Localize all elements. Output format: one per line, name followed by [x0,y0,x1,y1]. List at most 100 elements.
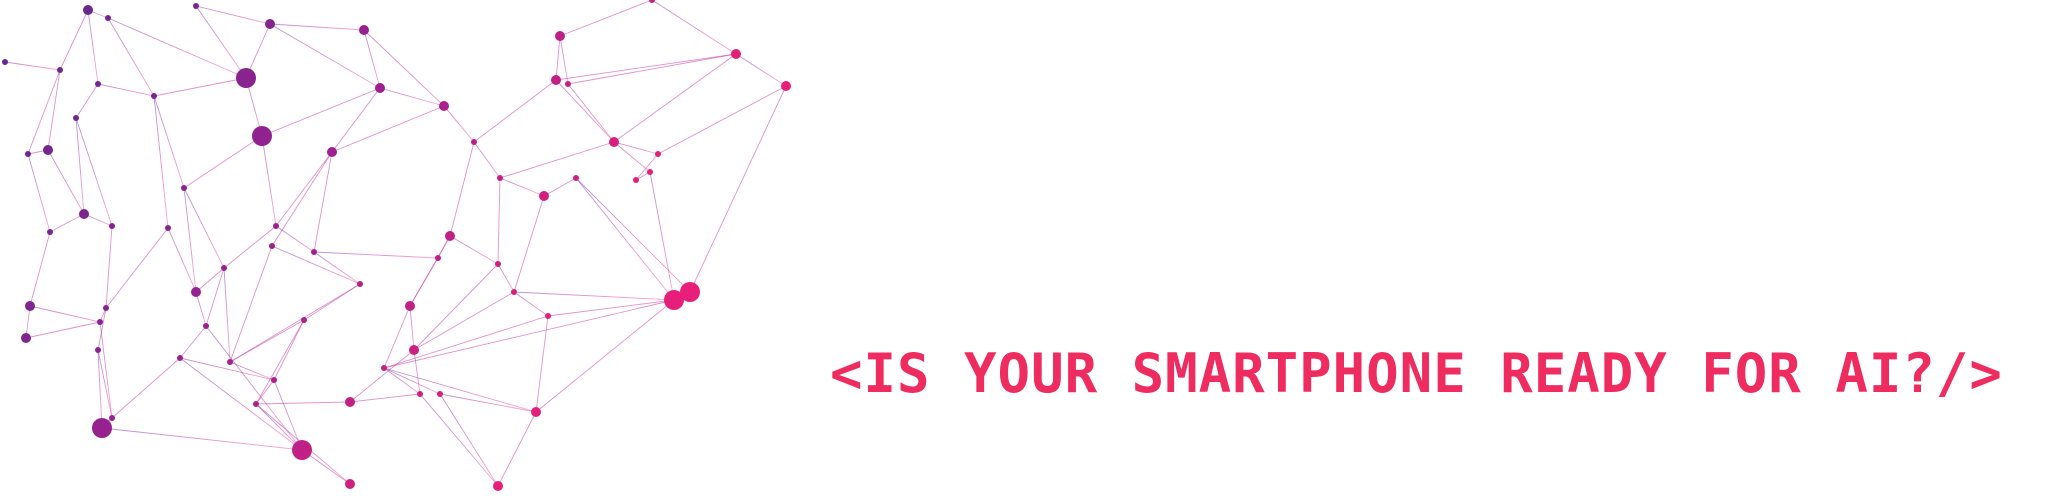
network-node [95,81,101,87]
network-node [21,333,31,343]
network-edge [29,305,101,323]
network-edge [383,367,441,395]
network-edge [555,53,737,81]
network-edge [275,225,315,253]
network-edge [47,69,61,151]
network-edge [205,267,225,327]
network-edge [363,29,381,89]
network-edge [497,263,515,293]
network-edge [499,177,545,197]
network-edge [313,151,333,253]
network-node [555,31,565,41]
network-node [680,282,700,302]
network-edge [575,177,691,293]
network-node [273,223,279,229]
network-node [151,93,157,99]
network-node [311,249,317,255]
network-edge [27,153,51,233]
network-node [181,185,187,191]
network-edge [449,141,475,237]
network-node [252,126,272,146]
network-node [437,391,443,397]
network-node [435,255,441,261]
network-edge [229,245,273,363]
network-node [609,137,619,147]
network-node [2,59,8,65]
network-node [83,5,93,15]
network-node [417,391,423,397]
network-node [381,365,387,371]
network-node [511,289,517,295]
network-edge [575,177,675,301]
network-node [47,229,53,235]
network-edge [275,151,333,227]
network-edge [547,299,675,317]
network-edge [497,177,501,265]
network-edge [255,319,305,405]
network-node [359,25,369,35]
network-edge [473,79,557,143]
network-node [545,313,551,319]
network-node [565,81,571,87]
network-node [327,147,337,157]
network-node [375,83,385,93]
network-node [345,479,355,489]
network-edge [635,153,659,181]
network-edge [153,77,247,97]
network-edge [183,187,197,293]
network-edge [383,367,421,395]
network-edge [223,225,277,269]
network-edge [383,315,549,369]
network-node [203,323,209,329]
network-node [73,115,79,121]
network-edge [229,319,305,363]
network-node [236,68,256,88]
network-edge [101,427,303,451]
network-node [25,301,35,311]
network-edges [4,0,787,487]
network-edge [271,151,333,247]
network-edge [269,23,365,31]
network-node [345,397,355,407]
network-edge [439,393,499,487]
network-node [265,19,275,29]
network-edge [383,367,537,413]
network-edge [183,135,263,189]
network-edge [59,9,89,71]
network-node [97,319,103,325]
network-edge [349,349,415,403]
network-node [539,191,549,201]
network-edge [555,79,615,143]
network-edge [111,357,181,419]
network-edge [105,225,113,309]
network-edge [613,53,737,143]
network-node [647,169,653,175]
network-edge [87,9,99,85]
network-node [301,317,307,323]
network-node [731,49,741,59]
network-node [103,305,109,311]
network-node [105,15,111,21]
network-edge [167,227,197,293]
network-edge [535,315,549,413]
network-edge [179,325,207,359]
network-edge [195,267,225,293]
network-edge [105,227,169,309]
network-edge [75,117,85,215]
network-node [269,243,275,249]
network-edge [649,171,675,301]
network-node [193,3,199,9]
network-edge [543,177,577,197]
network-edge [513,195,545,293]
network-node [649,0,655,3]
network-edge [409,257,439,307]
network-edge [349,393,421,403]
network-edge [29,231,51,307]
network-node [633,177,639,183]
network-node [79,209,89,219]
network-node [292,440,312,460]
network-edge [107,17,155,97]
network-edge [25,321,101,339]
network-edge [261,135,277,227]
network-edge [499,141,615,179]
